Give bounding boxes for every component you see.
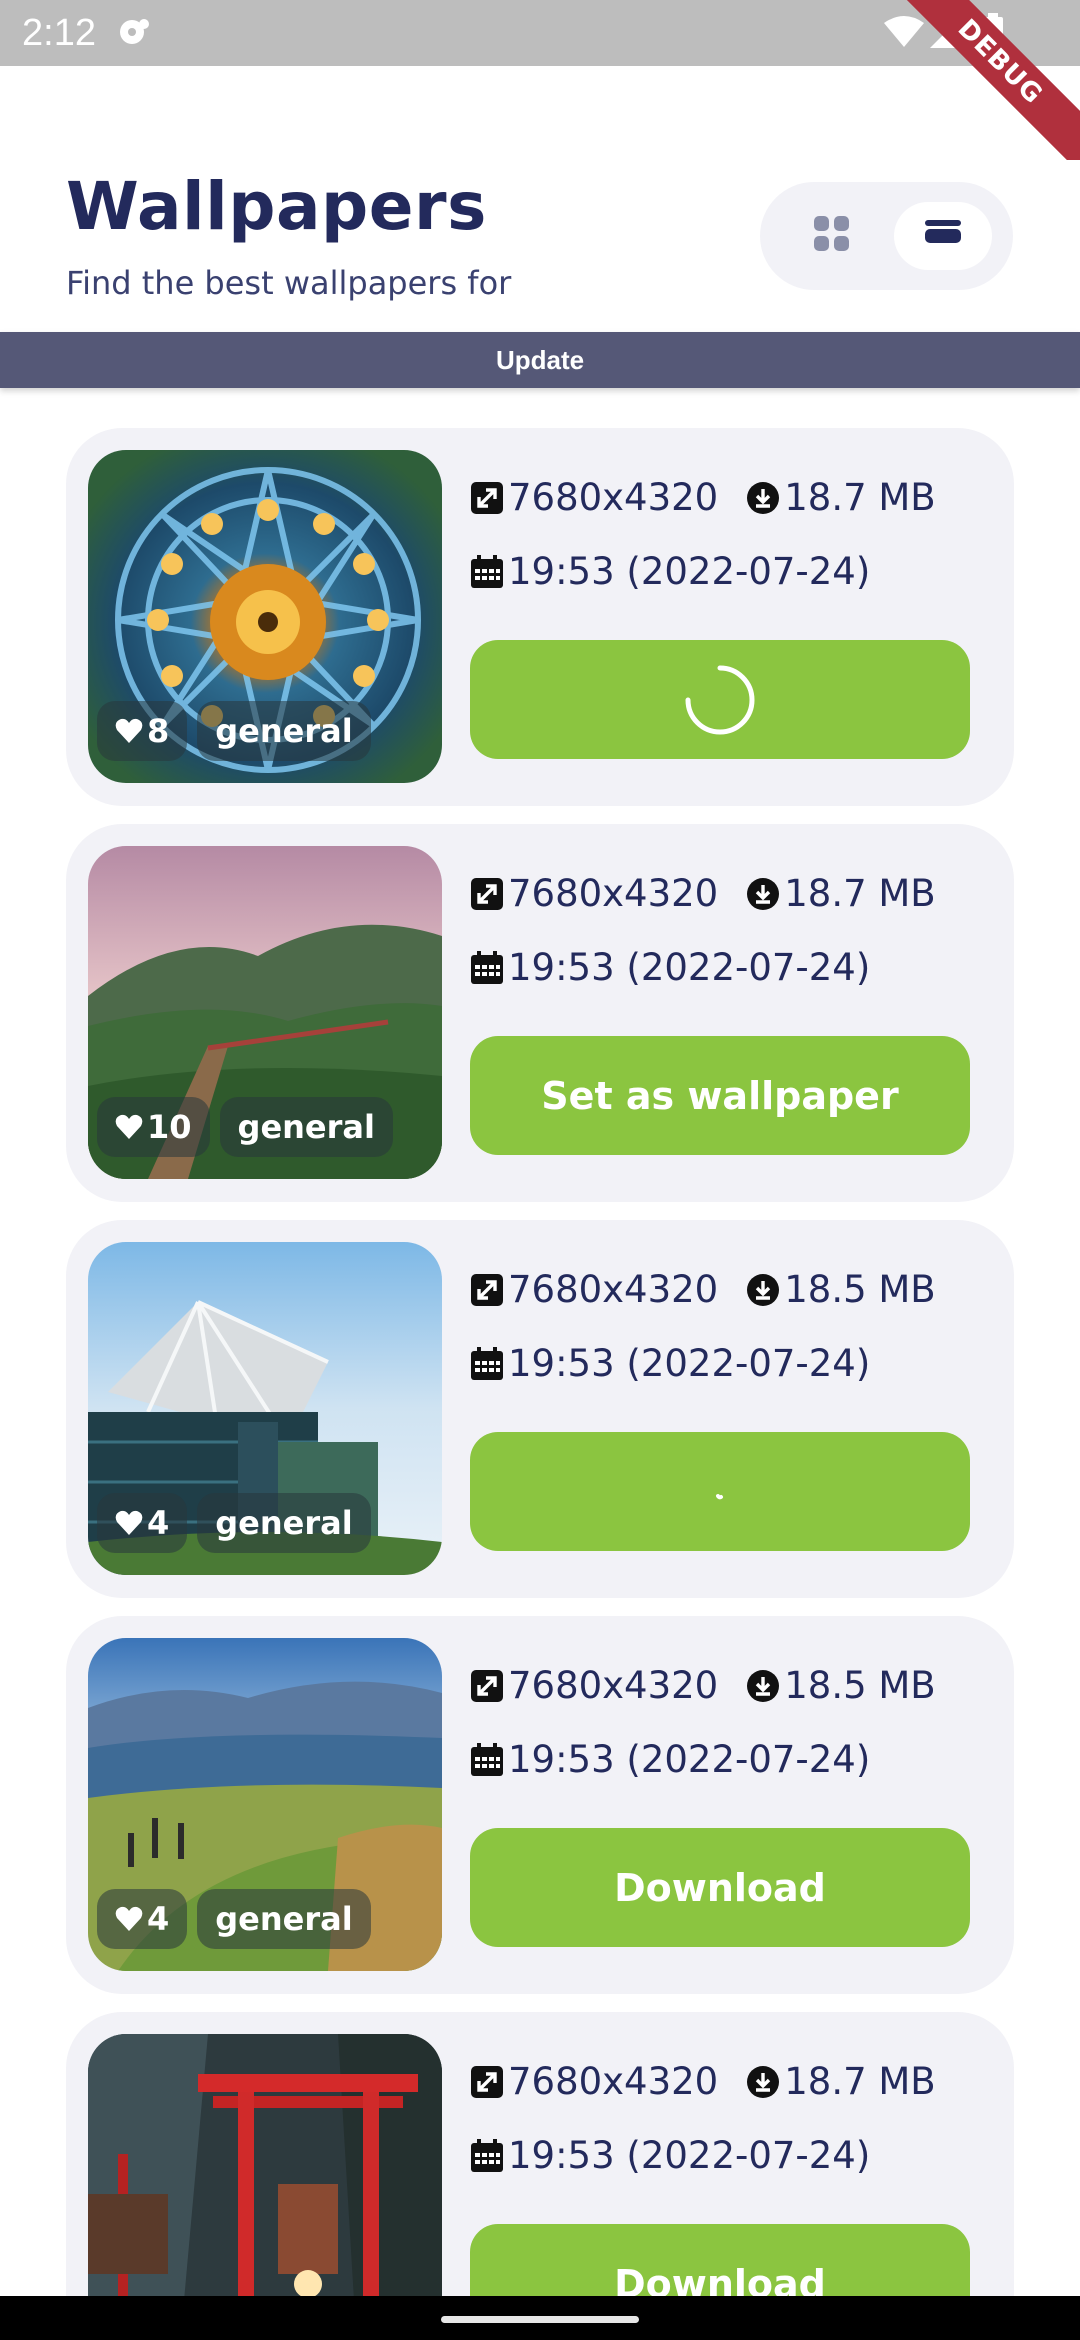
category-chip[interactable]: general — [219, 1097, 393, 1157]
file-size-text: 18.7 MB — [784, 476, 936, 519]
info-row-date: 19:53 (2022-07-24) — [470, 550, 870, 593]
info-row-resolution: 7680x4320 18.5 MB — [470, 1268, 936, 1311]
wifi-icon — [884, 15, 924, 53]
resolution-text: 7680x4320 — [508, 2060, 719, 2103]
action-button[interactable] — [470, 1432, 970, 1551]
info-row-date: 19:53 (2022-07-24) — [470, 2134, 870, 2177]
info-row-resolution: 7680x4320 18.7 MB — [470, 872, 936, 915]
wallpaper-thumbnail[interactable]: 8 general — [88, 450, 442, 783]
file-size-group: 18.7 MB — [746, 2060, 936, 2103]
info-row-resolution: 7680x4320 18.5 MB — [470, 1664, 936, 1707]
calendar-icon — [470, 2138, 504, 2173]
download-icon — [746, 481, 780, 515]
resolution-text: 7680x4320 — [508, 1664, 719, 1707]
resolution-text: 7680x4320 — [508, 1268, 719, 1311]
likes-chip[interactable]: 10 — [97, 1097, 210, 1157]
download-button[interactable]: Download — [470, 2224, 970, 2296]
resolution-text: 7680x4320 — [508, 476, 719, 519]
heart-icon — [115, 1114, 143, 1140]
heart-icon — [115, 1510, 143, 1536]
notification-icon — [116, 16, 152, 52]
likes-chip[interactable]: 8 — [97, 701, 188, 761]
list-icon — [925, 220, 961, 252]
wallpaper-card[interactable]: 10 general 7680x4320 18.7 MB 19:53 (2022… — [66, 824, 1014, 1202]
date-text: 19:53 (2022-07-24) — [508, 550, 871, 593]
loading-spinner-icon — [716, 1493, 723, 1499]
wallpaper-card[interactable]: 4 general 7680x4320 18.5 MB 19:53 (2022-… — [66, 1616, 1014, 1994]
loading-spinner-icon — [685, 665, 755, 734]
system-nav-bar — [0, 2296, 1080, 2340]
file-size-group: 18.7 MB — [746, 476, 936, 519]
info-row-resolution: 7680x4320 18.7 MB — [470, 2060, 936, 2103]
update-button[interactable]: Update — [0, 332, 1080, 388]
home-indicator[interactable] — [441, 2316, 639, 2323]
file-size-text: 18.7 MB — [784, 2060, 936, 2103]
action-button[interactable] — [470, 640, 970, 759]
wallpaper-card[interactable]: 4 general 7680x4320 18.5 MB 19:53 (2022-… — [66, 1220, 1014, 1598]
calendar-icon — [470, 1742, 504, 1777]
wallpaper-thumbnail[interactable] — [88, 2034, 442, 2296]
date-text: 19:53 (2022-07-24) — [508, 1738, 871, 1781]
file-size-group: 18.7 MB — [746, 872, 936, 915]
expand-icon — [470, 1669, 504, 1703]
page-subtitle: Find the best wallpapers for — [66, 264, 512, 302]
expand-icon — [470, 877, 504, 911]
info-row-date: 19:53 (2022-07-24) — [470, 946, 870, 989]
expand-icon — [470, 481, 504, 515]
date-text: 19:53 (2022-07-24) — [508, 1342, 871, 1385]
download-button[interactable]: Download — [470, 1828, 970, 1947]
heart-icon — [115, 718, 143, 744]
calendar-icon — [470, 950, 504, 985]
download-icon — [746, 1669, 780, 1703]
info-row-date: 19:53 (2022-07-24) — [470, 1342, 870, 1385]
wallpaper-thumbnail[interactable]: 4 general — [88, 1638, 442, 1971]
file-size-group: 18.5 MB — [746, 1664, 936, 1707]
set-as-wallpaper-button[interactable]: Set as wallpaper — [470, 1036, 970, 1155]
category-chip[interactable]: general — [197, 1493, 371, 1553]
date-text: 19:53 (2022-07-24) — [508, 2134, 871, 2177]
file-size-text: 18.5 MB — [784, 1664, 936, 1707]
likes-count: 8 — [147, 712, 170, 750]
resolution-text: 7680x4320 — [508, 872, 719, 915]
expand-icon — [470, 1273, 504, 1307]
wallpaper-list[interactable]: 8 general 7680x4320 18.7 MB 19:53 (2022-… — [66, 428, 1014, 2296]
likes-count: 4 — [147, 1900, 170, 1938]
file-size-text: 18.7 MB — [784, 872, 936, 915]
download-icon — [746, 1273, 780, 1307]
file-size-text: 18.5 MB — [784, 1268, 936, 1311]
thumbnail-chips: 8 general — [97, 701, 371, 761]
likes-count: 10 — [147, 1108, 192, 1146]
calendar-icon — [470, 554, 504, 589]
heart-icon — [115, 1906, 143, 1932]
wallpaper-card[interactable]: 7680x4320 18.7 MB 19:53 (2022-07-24) Dow… — [66, 2012, 1014, 2296]
likes-chip[interactable]: 4 — [97, 1493, 188, 1553]
expand-icon — [470, 2065, 504, 2099]
view-toggle — [760, 182, 1013, 290]
grid-view-button[interactable] — [784, 202, 880, 270]
calendar-icon — [470, 1346, 504, 1381]
grid-icon — [814, 216, 850, 256]
thumbnail-chips: 10 general — [97, 1097, 393, 1157]
likes-chip[interactable]: 4 — [97, 1889, 188, 1949]
list-view-button[interactable] — [894, 202, 992, 270]
date-text: 19:53 (2022-07-24) — [508, 946, 871, 989]
battery-icon — [982, 13, 1004, 57]
status-bar: 2:12 — [0, 0, 1080, 66]
download-icon — [746, 877, 780, 911]
thumbnail-chips: 4 general — [97, 1889, 371, 1949]
likes-count: 4 — [147, 1504, 170, 1542]
wallpaper-card[interactable]: 8 general 7680x4320 18.7 MB 19:53 (2022-… — [66, 428, 1014, 806]
category-chip[interactable]: general — [197, 1889, 371, 1949]
file-size-group: 18.5 MB — [746, 1268, 936, 1311]
thumbnail-chips: 4 general — [97, 1493, 371, 1553]
status-time: 2:12 — [22, 12, 96, 54]
signal-icon — [928, 14, 964, 54]
category-chip[interactable]: general — [197, 701, 371, 761]
download-icon — [746, 2065, 780, 2099]
page-title: Wallpapers — [66, 168, 487, 245]
wallpaper-thumbnail[interactable]: 4 general — [88, 1242, 442, 1575]
info-row-date: 19:53 (2022-07-24) — [470, 1738, 870, 1781]
info-row-resolution: 7680x4320 18.7 MB — [470, 476, 936, 519]
wallpaper-thumbnail[interactable]: 10 general — [88, 846, 442, 1179]
